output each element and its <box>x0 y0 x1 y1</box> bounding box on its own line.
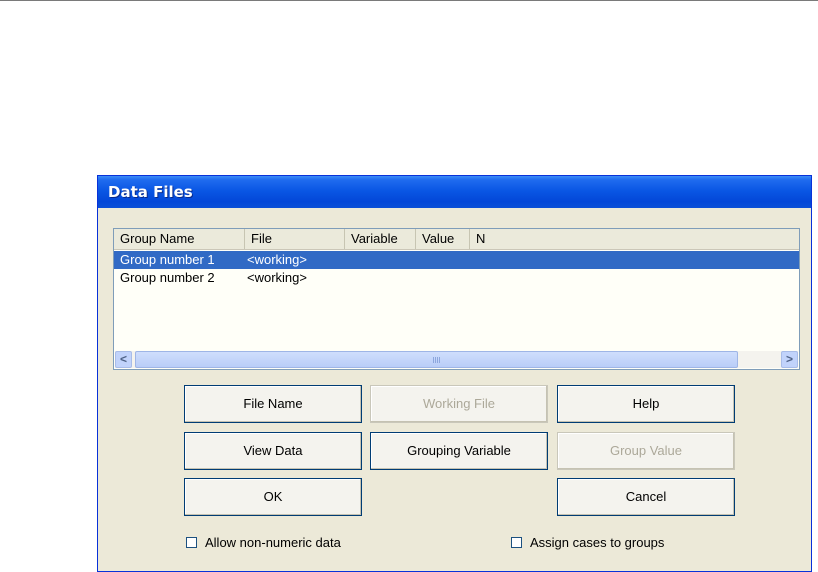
data-files-dialog: Data Files Group Name File Variable Valu… <box>97 175 812 572</box>
scroll-right-arrow-icon[interactable]: > <box>781 351 798 368</box>
groups-list[interactable]: Group Name File Variable Value N Group n… <box>113 228 800 370</box>
grouping-variable-button[interactable]: Grouping Variable <box>370 432 548 470</box>
column-header-group-name[interactable]: Group Name <box>114 229 245 249</box>
view-data-button[interactable]: View Data <box>184 432 362 470</box>
checkbox-icon[interactable] <box>186 537 197 548</box>
list-row[interactable]: Group number 2 <working> <box>114 269 799 287</box>
list-header: Group Name File Variable Value N <box>114 229 799 250</box>
list-row[interactable]: Group number 1 <working> <box>114 251 799 269</box>
cell-file: <working> <box>247 252 307 267</box>
column-header-n[interactable]: N <box>470 229 799 249</box>
cancel-button[interactable]: Cancel <box>557 478 735 516</box>
scroll-left-arrow-icon[interactable]: < <box>115 351 132 368</box>
column-header-value[interactable]: Value <box>416 229 470 249</box>
allow-non-numeric-label: Allow non-numeric data <box>205 535 341 550</box>
scrollbar-thumb[interactable] <box>135 351 738 368</box>
grip-icon <box>432 357 441 363</box>
file-name-button[interactable]: File Name <box>184 385 362 423</box>
title-bar[interactable]: Data Files <box>98 176 811 208</box>
allow-non-numeric-checkbox[interactable]: Allow non-numeric data <box>186 534 386 552</box>
column-header-variable[interactable]: Variable <box>345 229 416 249</box>
cell-group-name: Group number 2 <box>120 270 215 285</box>
window-title: Data Files <box>108 183 193 201</box>
top-divider <box>0 0 818 1</box>
cell-group-name: Group number 1 <box>120 252 215 267</box>
ok-button[interactable]: OK <box>184 478 362 516</box>
list-rows: Group number 1 <working> Group number 2 … <box>114 251 799 287</box>
cell-file: <working> <box>247 270 307 285</box>
horizontal-scrollbar[interactable]: < > <box>115 351 798 368</box>
help-button[interactable]: Help <box>557 385 735 423</box>
group-value-button[interactable]: Group Value <box>557 432 735 470</box>
column-header-file[interactable]: File <box>245 229 345 249</box>
working-file-button[interactable]: Working File <box>370 385 548 423</box>
checkbox-icon[interactable] <box>511 537 522 548</box>
assign-cases-label: Assign cases to groups <box>530 535 665 550</box>
assign-cases-checkbox[interactable]: Assign cases to groups <box>511 534 711 552</box>
